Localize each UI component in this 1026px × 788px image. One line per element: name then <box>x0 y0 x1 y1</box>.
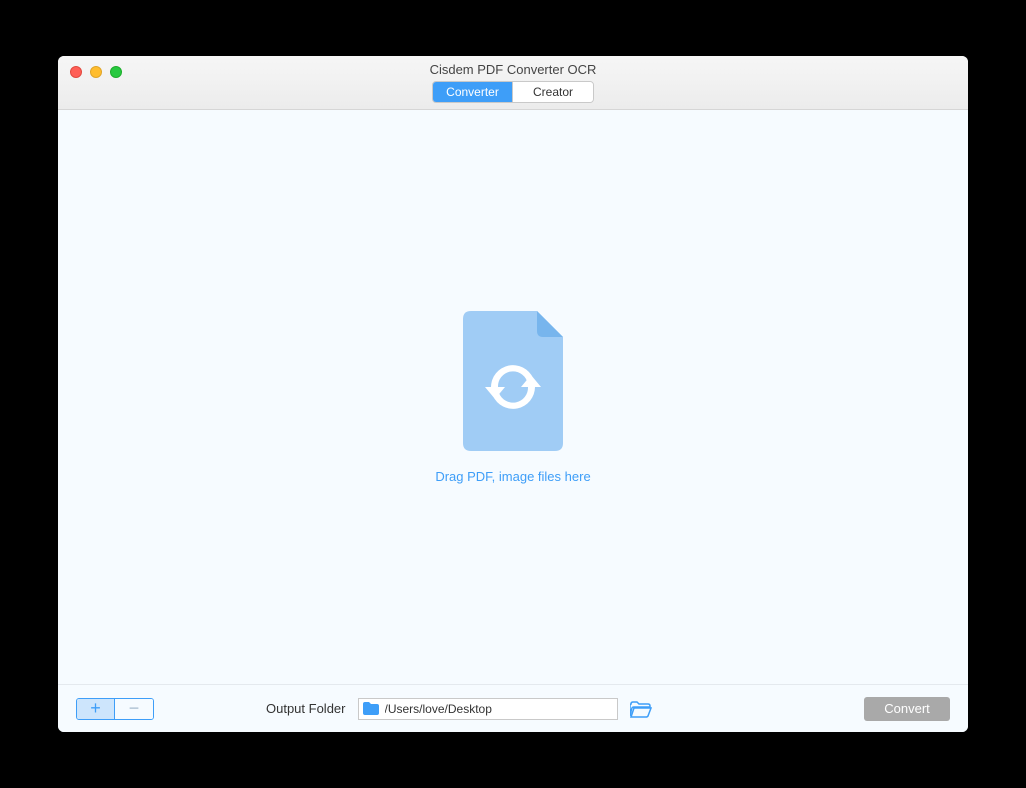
window-title: Cisdem PDF Converter OCR <box>430 62 597 77</box>
file-sync-icon <box>459 311 567 451</box>
minus-icon: − <box>129 698 140 719</box>
convert-button[interactable]: Convert <box>864 697 950 721</box>
output-path-text: /Users/love/Desktop <box>385 702 492 716</box>
tab-converter[interactable]: Converter <box>433 82 513 102</box>
output-folder-label: Output Folder <box>266 701 346 716</box>
app-window: Cisdem PDF Converter OCR Converter Creat… <box>58 56 968 732</box>
title-area: Cisdem PDF Converter OCR Converter Creat… <box>58 62 968 103</box>
remove-file-button[interactable]: − <box>115 699 153 719</box>
browse-folder-icon[interactable] <box>630 700 652 718</box>
drop-zone[interactable]: Drag PDF, image files here <box>58 110 968 684</box>
output-path-field[interactable]: /Users/love/Desktop <box>358 698 618 720</box>
plus-icon: + <box>90 698 101 719</box>
footer-bar: + − Output Folder /Users/love/Desktop Co… <box>58 684 968 732</box>
folder-icon <box>363 702 379 715</box>
drop-zone-text: Drag PDF, image files here <box>435 469 590 484</box>
titlebar: Cisdem PDF Converter OCR Converter Creat… <box>58 56 968 110</box>
add-file-button[interactable]: + <box>77 699 115 719</box>
tab-creator[interactable]: Creator <box>513 82 593 102</box>
add-remove-group: + − <box>76 698 154 720</box>
minimize-button[interactable] <box>90 66 102 78</box>
maximize-button[interactable] <box>110 66 122 78</box>
window-controls <box>70 66 122 78</box>
close-button[interactable] <box>70 66 82 78</box>
mode-segmented-control: Converter Creator <box>432 81 594 103</box>
